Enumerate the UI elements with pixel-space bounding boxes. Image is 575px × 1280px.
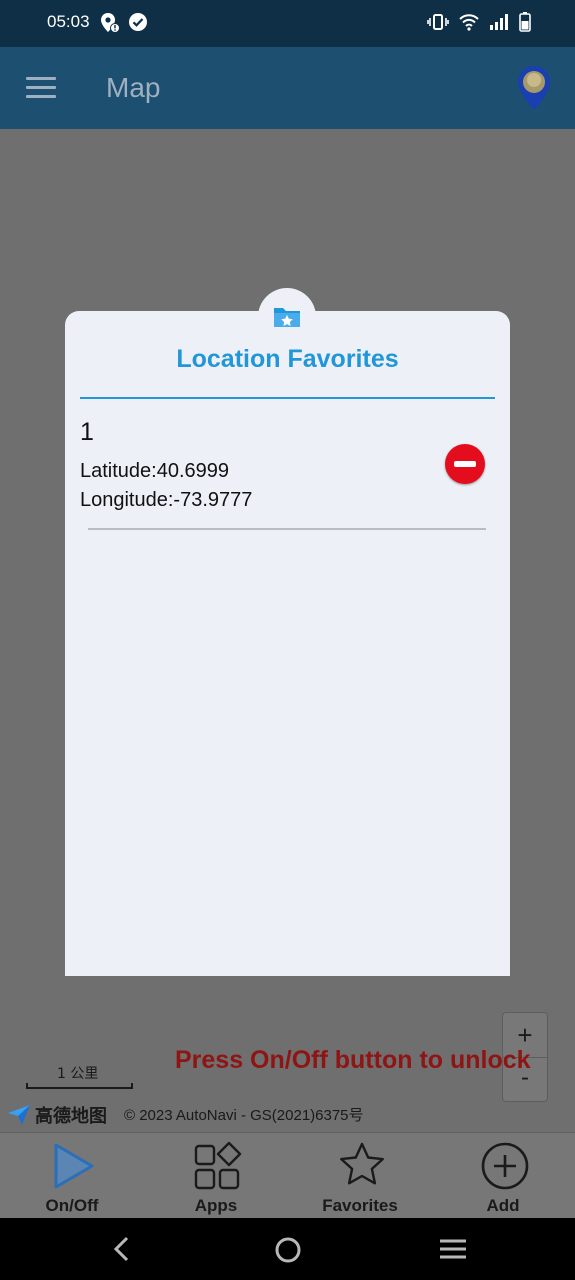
remove-circle-icon[interactable] <box>445 444 485 484</box>
nav-label: Favorites <box>322 1196 398 1215</box>
map-copyright: © 2023 AutoNavi - GS(2021)6375号 <box>124 1107 364 1124</box>
vibrate-icon <box>427 14 449 30</box>
location-pin-icon[interactable] <box>514 63 554 113</box>
favorite-name: 1 <box>80 418 94 446</box>
wifi-icon <box>459 14 479 31</box>
favorites-dialog <box>65 311 510 976</box>
nav-label: On/Off <box>45 1196 99 1215</box>
check-circle-icon <box>129 13 147 31</box>
app-bar: Map <box>0 47 575 129</box>
battery-icon <box>519 12 531 32</box>
list-divider <box>88 528 486 530</box>
signal-icon <box>490 14 508 30</box>
map-scale-bar <box>26 1083 133 1089</box>
page-title: Map <box>106 72 161 103</box>
nav-add[interactable]: Add <box>453 1133 553 1219</box>
location-alert-icon <box>101 13 120 33</box>
status-bar: 05:03 <box>0 0 575 47</box>
status-left-icons <box>100 12 148 34</box>
status-right-icons <box>427 12 531 32</box>
nav-favorites[interactable]: Favorites <box>310 1133 410 1219</box>
nav-on-off[interactable]: On/Off <box>22 1133 122 1219</box>
favorite-latitude: Latitude:40.6999 <box>80 460 230 482</box>
apps-grid-icon <box>194 1141 242 1190</box>
amap-arrow-icon <box>8 1105 30 1125</box>
nav-apps[interactable]: Apps <box>166 1133 266 1219</box>
dialog-title: Location Favorites <box>176 345 399 373</box>
map-provider-name: 高德地图 <box>35 1106 107 1127</box>
nav-label: Apps <box>194 1196 238 1215</box>
title-divider <box>80 397 495 399</box>
favorite-longitude: Longitude:-73.9777 <box>80 489 253 511</box>
play-icon <box>54 1143 94 1189</box>
star-icon <box>340 1142 384 1185</box>
back-icon[interactable] <box>112 1236 132 1262</box>
status-time: 05:03 <box>47 12 90 31</box>
star-folder-icon <box>274 308 300 327</box>
hamburger-menu-icon[interactable] <box>26 77 56 101</box>
map-provider-logo: 高德地图 <box>7 1102 107 1128</box>
map-scale-label: 1 公里 <box>57 1066 99 1082</box>
system-navigation-bar <box>0 1218 575 1280</box>
add-circle-icon <box>481 1142 529 1190</box>
nav-label: Add <box>486 1196 520 1215</box>
bottom-navigation: On/Off Apps Favorites Add <box>0 1132 575 1219</box>
unlock-message: Press On/Off button to unlock <box>175 1046 531 1074</box>
home-icon[interactable] <box>275 1237 301 1263</box>
recents-icon[interactable] <box>440 1238 466 1260</box>
